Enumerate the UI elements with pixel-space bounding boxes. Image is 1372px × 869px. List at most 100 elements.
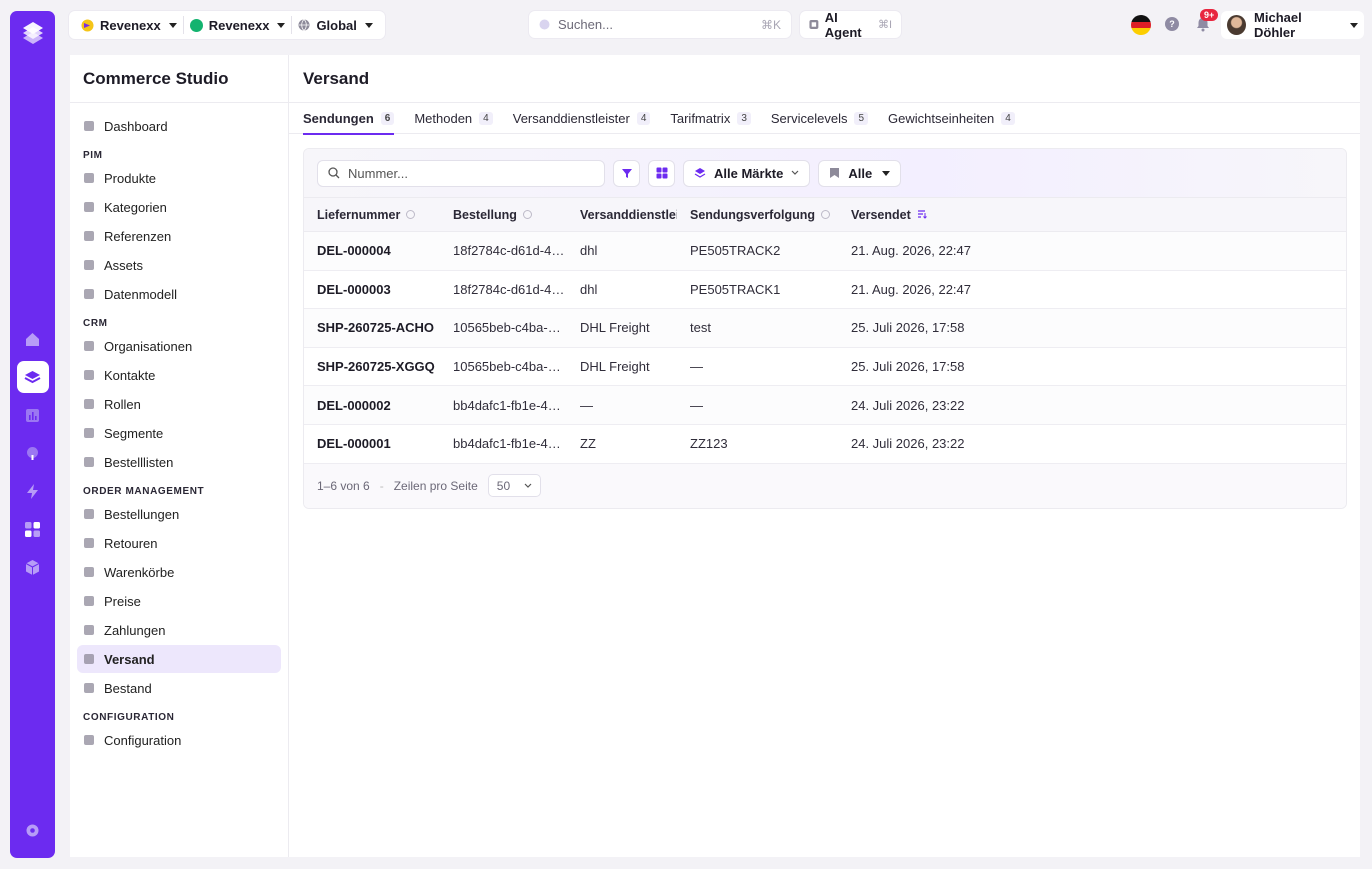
sort-desc-icon[interactable] <box>917 208 927 222</box>
rail-cube-icon[interactable] <box>17 551 49 583</box>
org-selector[interactable]: Revenexx <box>75 11 183 39</box>
sidebar-item-warenk-rbe[interactable]: Warenkörbe <box>77 558 281 586</box>
sidebar-item-icon <box>84 399 94 409</box>
rail-apps-icon[interactable] <box>17 513 49 545</box>
sort-icon[interactable] <box>821 210 830 219</box>
sidebar-item-assets[interactable]: Assets <box>77 251 281 279</box>
app-rail <box>10 11 55 858</box>
rail-analytics-icon[interactable] <box>17 399 49 431</box>
sidebar-item-kategorien[interactable]: Kategorien <box>77 193 281 221</box>
table-cell: 10565beb-c4ba-4c... <box>453 320 567 336</box>
tab-versanddienstleister[interactable]: Versanddienstleister 4 <box>513 103 651 134</box>
tab-gewichtseinheiten[interactable]: Gewichtseinheiten 4 <box>888 103 1015 134</box>
table-row[interactable]: DEL-000003 18f2784c-d61d-47... dhl PE505TRA… <box>304 271 1346 310</box>
rows-per-page-select[interactable]: 50 <box>487 474 542 498</box>
tab-label: Versanddienstleister <box>512 111 630 126</box>
table-cell: bb4dafc1-fb1e-415... <box>453 436 567 452</box>
sidebar-item-icon <box>84 428 94 438</box>
table-cell: DHL Freight <box>580 359 650 375</box>
rail-commerce-icon[interactable] <box>16 361 49 393</box>
chevron-down-icon <box>791 170 799 175</box>
sidebar-item-datenmodell[interactable]: Datenmodell <box>77 280 281 308</box>
help-icon[interactable]: ? <box>1165 17 1179 31</box>
sidebar-item-produkte[interactable]: Produkte <box>77 164 281 192</box>
table-cell: PE505TRACK1 <box>690 281 781 297</box>
sidebar-item-dashboard[interactable]: Dashboard <box>77 112 281 140</box>
sidebar-item-icon <box>84 683 94 693</box>
sidebar-item-label: Retouren <box>104 535 158 551</box>
scope-name: Global <box>316 17 357 33</box>
sidebar-item-versand[interactable]: Versand <box>77 645 281 673</box>
rail-automation-icon[interactable] <box>17 475 49 507</box>
chevron-down-icon <box>524 483 532 488</box>
table-row[interactable]: SHP-260725-ACHO 10565beb-c4ba-4c... DHL Fr… <box>304 309 1346 348</box>
sidebar-section-title: CONFIGURATION <box>83 712 175 723</box>
tab-count-badge: 4 <box>479 112 493 125</box>
sidebar-item-icon <box>84 231 94 241</box>
column-header[interactable]: Sendungsverfolgung <box>677 208 838 222</box>
table-cell: 25. Juli 2026, 17:58 <box>851 320 965 336</box>
ai-agent-button[interactable]: AI Agent ⌘I <box>800 10 901 40</box>
global-search[interactable]: Suchen... ⌘K <box>529 11 791 38</box>
sidebar-item-referenzen[interactable]: Referenzen <box>77 222 281 250</box>
markets-select[interactable]: Alle Märkte <box>683 159 811 187</box>
sidebar-nav: Dashboard PIM Produkte Kategorien Referenze… <box>70 103 288 754</box>
chevron-down-icon <box>168 22 177 28</box>
search-icon <box>328 167 340 179</box>
sidebar-item-organisationen[interactable]: Organisationen <box>77 332 281 360</box>
number-search-input[interactable]: Nummer... <box>317 159 605 187</box>
table-cell: SHP-260725-ACHO <box>317 320 435 336</box>
sidebar-item-label: Rollen <box>104 396 141 412</box>
rail-home-icon[interactable] <box>17 323 49 355</box>
table-row[interactable]: DEL-000001 bb4dafc1-fb1e-415... ZZ ZZ123 24.… <box>304 425 1346 464</box>
shipments-panel: Nummer... Alle Märkte Alle Liefernummer B… <box>303 148 1347 509</box>
table-row[interactable]: DEL-000004 18f2784c-d61d-47... dhl PE505TRA… <box>304 232 1346 271</box>
language-flag-icon[interactable] <box>1131 15 1151 35</box>
dashboard-icon <box>84 121 94 131</box>
project-selector[interactable]: Revenexx <box>184 11 292 39</box>
tab-servicelevels[interactable]: Servicelevels 5 <box>771 103 869 134</box>
table-cell: DHL Freight <box>580 320 650 336</box>
sidebar-item-preise[interactable]: Preise <box>77 587 281 615</box>
sidebar-item-retouren[interactable]: Retouren <box>77 529 281 557</box>
rail-ideas-icon[interactable] <box>17 437 49 469</box>
column-header[interactable]: Versendet <box>838 208 1038 222</box>
ai-agent-shortcut: ⌘I <box>877 19 892 31</box>
tab-tarifmatrix[interactable]: Tarifmatrix 3 <box>670 103 751 134</box>
column-header[interactable]: Versanddienstleister <box>567 208 677 222</box>
sidebar-item-zahlungen[interactable]: Zahlungen <box>77 616 281 644</box>
sort-icon[interactable] <box>522 210 532 219</box>
sort-icon[interactable] <box>406 210 416 219</box>
sidebar-item-icon <box>84 202 94 212</box>
column-header[interactable]: Liefernummer <box>304 208 440 222</box>
user-menu[interactable]: Michael Döhler <box>1221 10 1364 40</box>
sidebar-item-kontakte[interactable]: Kontakte <box>77 361 281 389</box>
column-header[interactable]: Bestellung <box>440 208 567 222</box>
app-logo-icon[interactable] <box>19 19 47 47</box>
chevron-down-icon <box>882 170 891 176</box>
table-row[interactable]: DEL-000002 bb4dafc1-fb1e-415... — — 24. Juli… <box>304 386 1346 425</box>
rail-settings-icon[interactable] <box>17 814 49 846</box>
table-row[interactable]: SHP-260725-XGGQ 10565beb-c4ba-4c... DHL Fr… <box>304 348 1346 387</box>
sidebar-item-bestand[interactable]: Bestand <box>77 674 281 702</box>
tab-sendungen[interactable]: Sendungen 6 <box>303 103 395 135</box>
globe-icon <box>298 19 310 31</box>
table-cell: test <box>690 320 711 336</box>
sidebar-item-label: Segmente <box>104 425 164 441</box>
sidebar-item-configuration[interactable]: Configuration <box>77 726 281 754</box>
sidebar-item-bestelllisten[interactable]: Bestelllisten <box>77 448 281 476</box>
notification-badge: 9+ <box>1200 9 1219 21</box>
project-name: Revenexx <box>208 17 270 33</box>
sidebar-item-rollen[interactable]: Rollen <box>77 390 281 418</box>
table-cell: — <box>580 397 593 413</box>
table-cell: 10565beb-c4ba-4c... <box>453 359 567 375</box>
filter-button[interactable] <box>613 159 640 187</box>
column-header-label: Sendungsverfolgung <box>690 207 815 222</box>
sidebar-item-segmente[interactable]: Segmente <box>77 419 281 447</box>
sidebar-item-icon <box>84 567 94 577</box>
tab-methoden[interactable]: Methoden 4 <box>414 103 493 134</box>
scope-selector[interactable]: Global <box>292 11 378 39</box>
sidebar-item-bestellungen[interactable]: Bestellungen <box>77 500 281 528</box>
status-select[interactable]: Alle <box>818 159 902 187</box>
view-toggle-button[interactable] <box>648 159 675 187</box>
